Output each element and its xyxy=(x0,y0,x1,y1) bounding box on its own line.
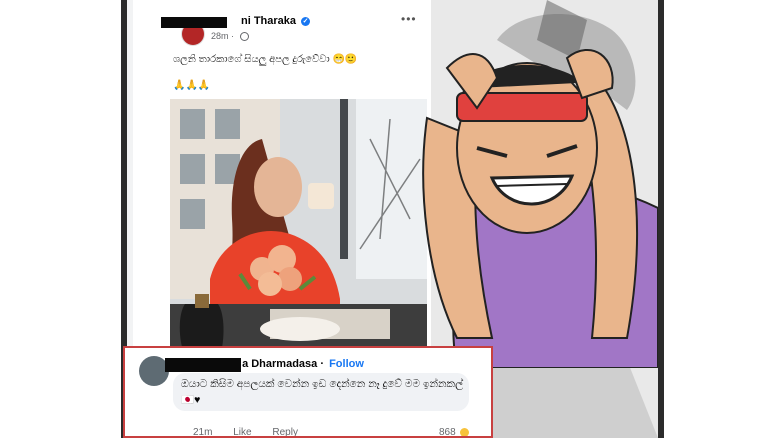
laugh-reaction-icon xyxy=(460,427,470,436)
follow-button[interactable]: Follow xyxy=(329,358,364,370)
post-photo[interactable] xyxy=(170,99,427,357)
redaction-bar xyxy=(161,17,227,28)
pray-emoji-line: 🙏🙏🙏 xyxy=(173,80,211,91)
post-author[interactable]: ni Tharaka ✓ xyxy=(241,15,311,27)
photo-illustration xyxy=(170,99,427,357)
post-text: ශලනි තාරකාගේ සියලු අපල දුරුවේවා 😁🙂 xyxy=(173,54,358,65)
facebook-post-card: ni Tharaka ✓ 28m · ••• ශලනි තාරකාගේ සියල… xyxy=(133,0,431,360)
meme-illustration xyxy=(417,38,658,369)
like-button[interactable]: Like xyxy=(233,427,251,436)
dot-separator: · xyxy=(231,31,235,41)
reaction-count: 868 xyxy=(439,427,456,438)
verified-badge-icon: ✓ xyxy=(301,16,311,26)
author-name[interactable]: ni Tharaka xyxy=(241,15,296,27)
commenter-name[interactable]: a Dharmadasa xyxy=(242,358,317,370)
comment-time[interactable]: 21m xyxy=(193,427,212,436)
post-timestamp[interactable]: 28m xyxy=(211,31,229,41)
comment-header: a Dharmadasa · Follow xyxy=(177,358,364,370)
post-meta: 28m · xyxy=(211,31,249,42)
globe-icon xyxy=(239,32,249,42)
more-options-icon[interactable]: ••• xyxy=(401,12,417,26)
reply-button[interactable]: Reply xyxy=(272,427,298,436)
comment-actions: 21m Like Reply xyxy=(193,427,316,436)
laughing-man-drawing xyxy=(422,48,658,369)
follow-separator: · xyxy=(320,358,325,370)
comment-text: ඔයාට කිසිම අපලයක් වෙන්න ඉඩ දෙන්නෙ නෑ දුව… xyxy=(181,378,464,406)
comment-panel: a Dharmadasa · Follow ඔයාට කිසිම අපලයක් … xyxy=(123,346,493,438)
reaction-summary[interactable]: 868 xyxy=(439,427,470,438)
